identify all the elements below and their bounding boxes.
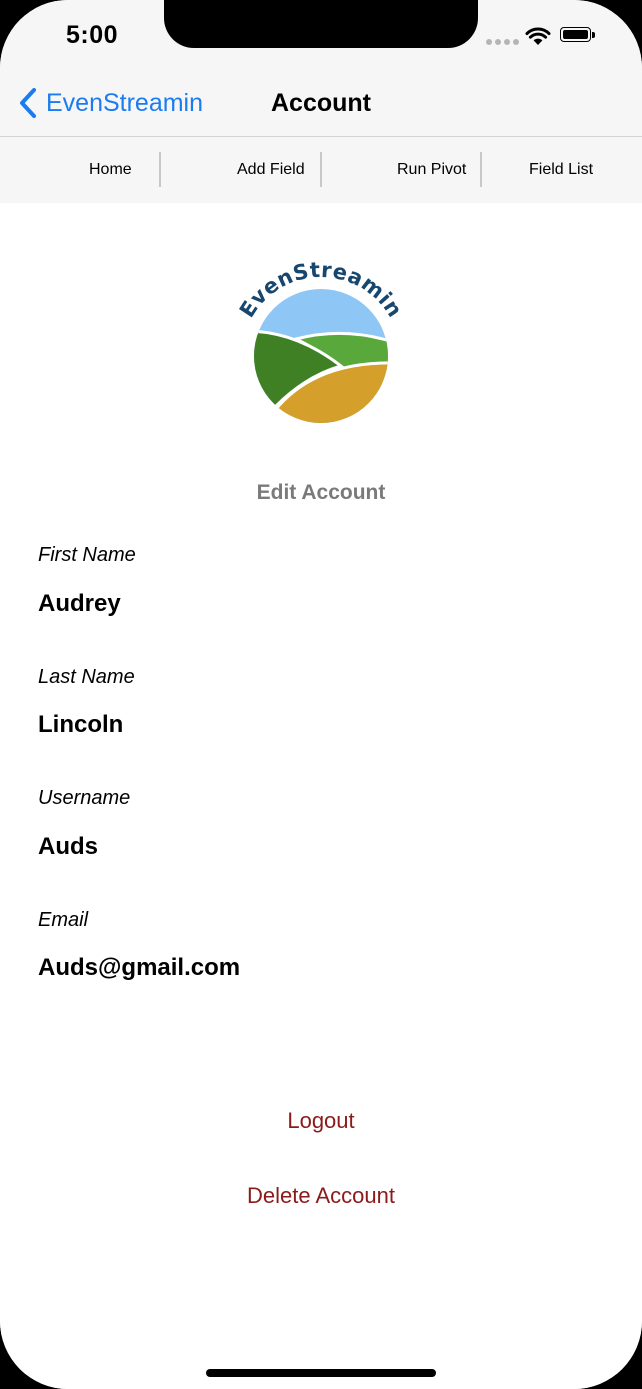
signal-icon [486,39,522,57]
account-form: EvenStreamin Edit Account First Name Aud… [0,203,642,1389]
logout-button[interactable]: Logout [0,1108,642,1134]
tab-home[interactable]: Home [89,137,132,203]
username-label: Username [38,787,131,809]
tab-bar: Home Add Field Run Pivot Field List [0,137,642,203]
last-name-value[interactable]: Lincoln [38,711,123,739]
camera-notch [164,0,478,48]
tab-run-pivot[interactable]: Run Pivot [397,137,466,203]
tab-divider [320,152,322,187]
first-name-value[interactable]: Audrey [38,590,121,618]
home-indicator [206,1369,436,1377]
username-value[interactable]: Auds [38,833,98,861]
first-name-label: First Name [38,544,136,566]
tab-field-list[interactable]: Field List [529,137,593,203]
tab-divider [480,152,482,187]
email-label: Email [38,909,89,931]
wifi-icon [525,27,551,45]
battery-icon [560,27,596,44]
tab-divider [159,152,161,187]
phone-screen: 5:00 EvenStreamin Account Home Add Field… [0,0,642,1389]
section-title: Edit Account [256,481,386,504]
email-value[interactable]: Auds@gmail.com [38,954,240,982]
last-name-label: Last Name [38,666,135,688]
evenstreamin-logo: EvenStreamin [236,261,406,423]
page-title: Account [271,89,371,117]
delete-account-button[interactable]: Delete Account [0,1183,642,1209]
navigation-bar: EvenStreamin Account [0,70,642,137]
tab-add-field[interactable]: Add Field [237,137,305,203]
status-time: 5:00 [66,21,119,49]
